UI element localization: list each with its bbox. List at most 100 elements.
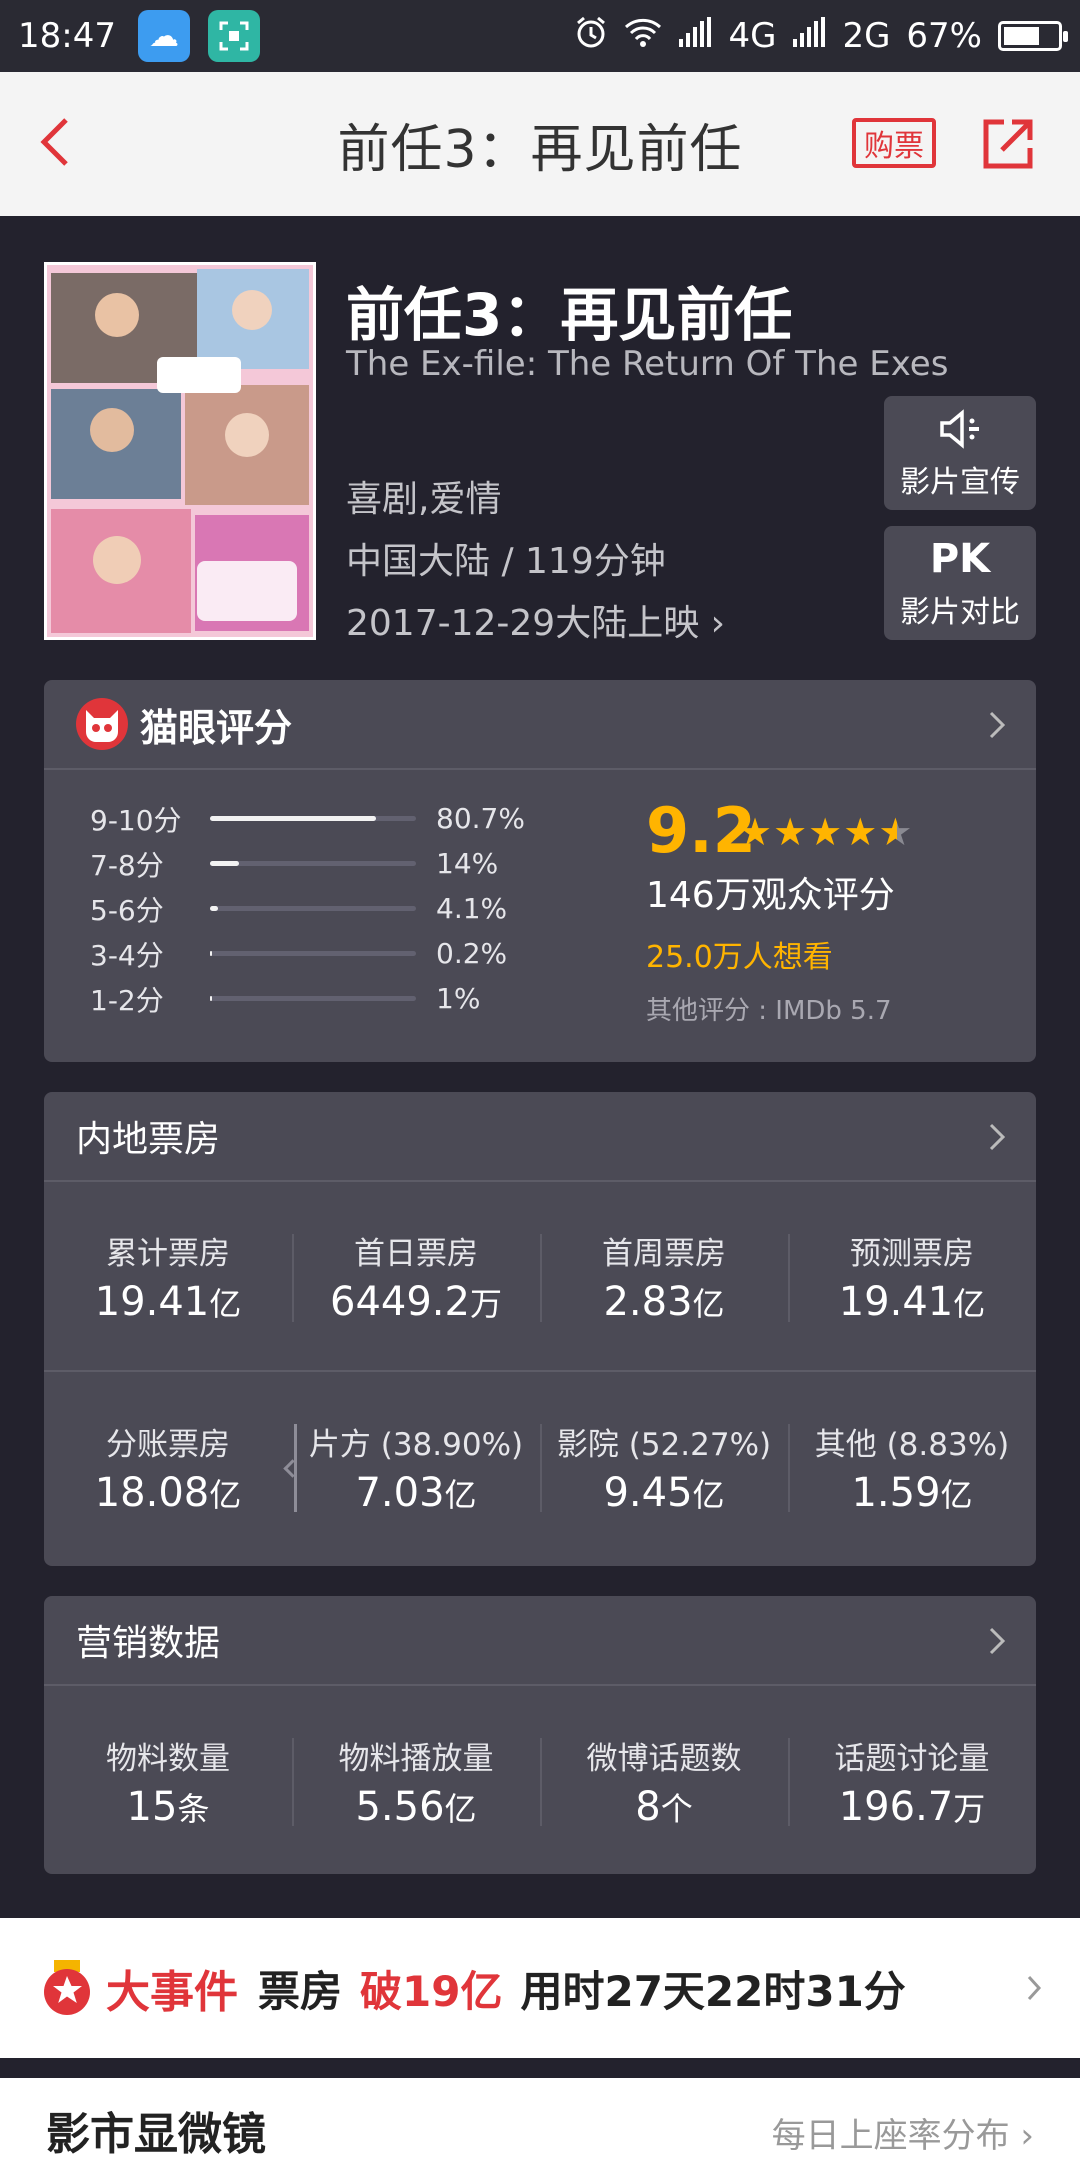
share-icon[interactable] xyxy=(980,116,1036,172)
status-bar: 18:47 ☁ 4G 2G 67% xyxy=(0,0,1080,72)
stat-split-box-office: 分账票房 18.08亿 xyxy=(44,1372,292,1562)
stat-value: 7.03亿 xyxy=(355,1469,477,1516)
stat-other-share: 其他 (8.83%) 1.59亿 xyxy=(788,1372,1036,1562)
rating-dist-row: 9-10分 80.7% xyxy=(90,796,525,841)
compare-label: 影片对比 xyxy=(900,595,1020,630)
stat-value: 1.59亿 xyxy=(851,1469,973,1516)
event-banner[interactable]: 大事件 票房 破19亿 用时27天22时31分 xyxy=(0,1918,1080,2058)
rating-dist-bar-fill xyxy=(210,816,377,821)
event-duration: 用时27天22时31分 xyxy=(520,1966,906,2016)
stat-cinema-share: 影院 (52.27%) 9.45亿 xyxy=(540,1372,788,1562)
rating-stars: ★★★★★ xyxy=(738,810,913,854)
stat-value: 2.83亿 xyxy=(603,1278,725,1325)
stat-label: 话题讨论量 xyxy=(834,1740,990,1777)
movie-release-date[interactable]: 2017-12-29大陆上映 › xyxy=(346,594,725,646)
rating-dist-bar-fill xyxy=(210,906,219,911)
stat-value: 8个 xyxy=(635,1783,693,1830)
stat-first-day: 首日票房 6449.2万 xyxy=(292,1182,540,1370)
rating-title: 猫眼评分 xyxy=(140,705,293,750)
wifi-icon xyxy=(624,16,662,56)
chevron-right-icon xyxy=(989,1627,1006,1655)
stat-value: 196.7万 xyxy=(838,1783,986,1830)
stat-label: 物料数量 xyxy=(106,1740,230,1777)
rating-dist-row: 5-6分 4.1% xyxy=(90,886,525,931)
promo-label: 影片宣传 xyxy=(900,465,1020,500)
marketing-header[interactable]: 营销数据 xyxy=(44,1596,1036,1686)
stat-label: 物料播放量 xyxy=(338,1740,494,1777)
weather-icon: ☁ xyxy=(137,10,190,62)
stat-weibo-topics: 微博话题数 8个 xyxy=(540,1686,788,1874)
stat-value: 6449.2万 xyxy=(330,1278,502,1325)
rating-dist-bar xyxy=(210,861,416,866)
stat-value: 19.41亿 xyxy=(94,1278,242,1325)
rating-dist-label: 3-4分 xyxy=(90,938,164,972)
box-office-header[interactable]: 内地票房 xyxy=(44,1092,1036,1182)
rating-dist-percent: 0.2% xyxy=(436,937,508,970)
stat-label: 首日票房 xyxy=(354,1235,478,1272)
rating-dist-label: 5-6分 xyxy=(90,893,164,927)
rating-dist-label: 9-10分 xyxy=(90,803,182,837)
stat-value: 19.41亿 xyxy=(838,1278,986,1325)
rating-dist-label: 1-2分 xyxy=(90,983,164,1017)
star-icon: ★ xyxy=(878,810,914,854)
compare-button[interactable]: PK 影片对比 xyxy=(884,526,1036,640)
rating-dist-bar xyxy=(210,996,416,1001)
event-star-badge-icon xyxy=(44,1960,90,2015)
movie-region-duration: 中国大陆 / 119分钟 xyxy=(346,541,666,582)
stat-producer-share: 片方 (38.90%) 7.03亿 xyxy=(292,1372,540,1562)
back-icon[interactable] xyxy=(26,112,86,172)
stat-value: 18.08亿 xyxy=(94,1469,242,1516)
star-icon: ★ xyxy=(843,810,879,854)
stat-label: 影院 (52.27%) xyxy=(556,1426,772,1463)
buy-ticket-button[interactable]: 购票 xyxy=(852,118,936,168)
stat-first-week: 首周票房 2.83亿 xyxy=(540,1182,788,1370)
star-icon: ★ xyxy=(738,810,774,854)
box-office-row-2: 分账票房 18.08亿 片方 (38.90%) 7.03亿 影院 (52.27%… xyxy=(44,1372,1036,1562)
movie-title-en: The Ex-file: The Return Of The Exes xyxy=(346,344,949,384)
battery-percent: 67% xyxy=(906,16,982,56)
stat-label: 累计票房 xyxy=(106,1235,230,1272)
box-office-title: 内地票房 xyxy=(76,1119,221,1160)
rating-dist-bar xyxy=(210,816,416,821)
signal-icon-1 xyxy=(678,16,712,56)
movie-title: 前任3：再见前任 xyxy=(346,281,793,349)
box-office-row-1: 累计票房 19.41亿 首日票房 6449.2万 首周票房 2.83亿 预测票房… xyxy=(44,1182,1036,1372)
movie-poster[interactable] xyxy=(44,262,316,640)
section-title: 影市显微镜 xyxy=(46,2109,266,2160)
nav-bar: 前任3：再见前任 购票 xyxy=(0,72,1080,216)
signal-icon-2 xyxy=(792,16,826,56)
promo-button[interactable]: 影片宣传 xyxy=(884,396,1036,510)
rating-distribution: 9-10分 80.7% 7-8分 14% 5-6分 4.1% 3-4分 0.2% 1-2分 1% xyxy=(90,796,525,1021)
stat-label: 首周票房 xyxy=(602,1235,726,1272)
stat-label: 预测票房 xyxy=(850,1235,974,1272)
stat-value: 9.45亿 xyxy=(603,1469,725,1516)
rating-header[interactable]: 猫眼评分 xyxy=(44,680,1036,770)
market-microscope-section: 影市显微镜 每日上座率分布 › xyxy=(0,2078,1080,2160)
rating-dist-bar-fill xyxy=(210,996,213,1001)
chevron-right-icon xyxy=(989,1123,1006,1151)
rating-dist-label: 7-8分 xyxy=(90,848,164,882)
rating-dist-percent: 80.7% xyxy=(436,802,525,835)
screenshot-icon xyxy=(207,10,260,62)
marketing-row: 物料数量 15条 物料播放量 5.56亿 微博话题数 8个 话题讨论量 196.… xyxy=(44,1686,1036,1874)
rating-dist-bar-fill xyxy=(210,861,239,866)
event-text: 票房 xyxy=(258,1966,343,2016)
stat-value: 15条 xyxy=(126,1783,210,1830)
network-2g: 2G xyxy=(842,16,891,56)
stat-label: 片方 (38.90%) xyxy=(308,1426,524,1463)
chevron-right-icon xyxy=(989,711,1006,739)
battery-icon xyxy=(998,21,1068,51)
chevron-right-icon xyxy=(1027,1975,1042,2001)
status-time: 18:47 xyxy=(18,16,116,56)
stat-topic-discussions: 话题讨论量 196.7万 xyxy=(788,1686,1036,1874)
rating-dist-bar-fill xyxy=(210,951,213,956)
rating-dist-row: 3-4分 0.2% xyxy=(90,931,525,976)
box-office-card: 内地票房 累计票房 19.41亿 首日票房 6449.2万 首周票房 2.83亿… xyxy=(44,1092,1036,1566)
stat-label: 微博话题数 xyxy=(586,1740,742,1777)
rating-dist-percent: 4.1% xyxy=(436,892,508,925)
page-title: 前任3：再见前任 xyxy=(337,119,743,180)
stat-label: 分账票房 xyxy=(106,1426,230,1463)
wish-count: 25.0万人想看 xyxy=(646,940,833,975)
rating-dist-percent: 1% xyxy=(436,982,481,1015)
occupancy-link[interactable]: 每日上座率分布 › xyxy=(772,2108,1034,2157)
